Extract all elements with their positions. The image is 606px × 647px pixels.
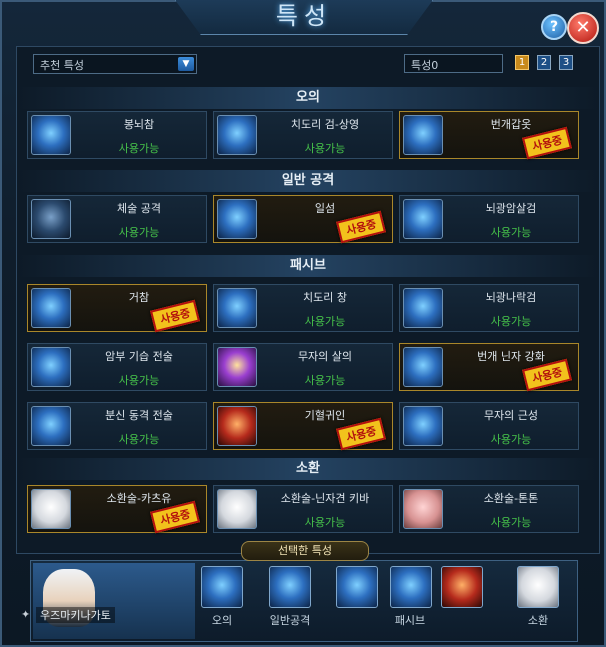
window-title: 특성 (275, 2, 333, 30)
page-2-button[interactable]: 2 (537, 55, 551, 70)
talent-card-muja-intent[interactable]: 무자의 살의 사용가능 (213, 343, 393, 391)
talent-status: 사용가능 (304, 315, 346, 328)
selected-passive-2-icon[interactable] (390, 566, 432, 608)
talent-card-gihyeol-gwiin[interactable]: 기혈귀인 사용중 (213, 402, 393, 451)
preset-dropdown[interactable]: 추천 특성 ▼ (33, 54, 197, 74)
section-header-normal-attack: 일반 공격 (18, 170, 598, 192)
lightning-hand-icon (217, 288, 257, 328)
lightning-sword-icon (31, 115, 71, 155)
talent-status: 사용가능 (118, 374, 160, 387)
preset-dropdown-value: 추천 특성 (40, 59, 84, 72)
talent-card-chidori-sangyeong[interactable]: 치도리 검-상영 사용가능 (213, 111, 393, 159)
selected-passive-label: 패시브 (394, 614, 426, 627)
talent-status: 사용가능 (490, 433, 532, 446)
section-header-passive: 패시브 (18, 255, 598, 277)
talent-status: 사용가능 (304, 374, 346, 387)
talent-status: 사용가능 (490, 226, 532, 239)
talent-points-label: 특성0 (411, 59, 439, 72)
pig-icon (403, 489, 443, 529)
thunder-glyph-icon (403, 347, 443, 387)
talent-name: 소환술-톤톤 (483, 492, 539, 505)
selected-normal-attack-icon[interactable] (269, 566, 311, 608)
talent-card-summon-kiba[interactable]: 소환술-닌자견 키바 사용가능 (213, 485, 393, 533)
selected-normal-attack-label: 일반공격 (269, 614, 311, 627)
talent-card-bongnoecham[interactable]: 봉뇌참 사용가능 (27, 111, 207, 159)
selected-passive-3-icon[interactable] (441, 566, 483, 608)
shadow-figure-icon (31, 347, 71, 387)
slug-summon-icon (31, 489, 71, 529)
talent-status: 사용가능 (490, 315, 532, 328)
talent-card-muja-grit[interactable]: 무자의 근성 사용가능 (399, 402, 579, 450)
talent-card-noegwang-amsalgeom[interactable]: 뇌광암살검 사용가능 (399, 195, 579, 243)
selected-talents-header: 선택한 특성 (241, 541, 369, 561)
talent-card-summon-katsuyu[interactable]: 소환술-카츠유 사용중 (27, 485, 207, 534)
talent-card-clone-tactics[interactable]: 분신 동격 전술 사용가능 (27, 402, 207, 450)
talent-name: 소환술-닌자견 키바 (280, 492, 370, 505)
talent-card-ilseom[interactable]: 일섬 사용중 (213, 195, 393, 244)
talent-status: 사용가능 (118, 142, 160, 155)
talent-card-summon-tonton[interactable]: 소환술-톤톤 사용가능 (399, 485, 579, 533)
talent-name: 무자의 살의 (297, 350, 353, 363)
talent-name: 체술 공격 (117, 202, 161, 215)
selected-summon-icon[interactable] (517, 566, 559, 608)
purple-slash-icon (217, 347, 257, 387)
talent-card-lightning-armor[interactable]: 번개갑옷 사용중 (399, 111, 579, 160)
fist-icon (31, 199, 71, 239)
talent-status: 사용가능 (118, 433, 160, 446)
page-1-button[interactable]: 1 (515, 55, 529, 70)
selected-passive-1-icon[interactable] (336, 566, 378, 608)
head-silhouette-icon (403, 406, 443, 446)
talent-card-lightning-ninja-enhance[interactable]: 번개 닌자 강화 사용중 (399, 343, 579, 392)
talent-status: 사용가능 (304, 142, 346, 155)
chevron-down-icon[interactable]: ▼ (178, 57, 194, 71)
selected-summon-label: 소환 (527, 614, 549, 627)
talent-card-geocham[interactable]: 거참 사용중 (27, 284, 207, 333)
ninja-dog-icon (217, 489, 257, 529)
section-header-summon: 소환 (18, 458, 598, 480)
character-name: 우즈마키나가토 (36, 607, 115, 623)
character-portrait (33, 563, 195, 639)
talent-name: 치도리 검-상영 (290, 118, 360, 131)
talent-name: 뇌광나락검 (485, 291, 537, 304)
talent-name: 분신 동격 전술 (105, 409, 173, 422)
talent-name: 무자의 근성 (483, 409, 539, 422)
talent-card-ambu-ambush[interactable]: 암부 기습 전술 사용가능 (27, 343, 207, 391)
slash-icon (217, 199, 257, 239)
title-tab: 특성 (175, 0, 433, 35)
talent-name: 뇌광암살검 (485, 202, 537, 215)
close-button[interactable]: ✕ (567, 12, 599, 44)
talent-points-field: 특성0 (404, 54, 503, 73)
twin-figures-icon (31, 406, 71, 446)
talent-name: 치도리 창 (303, 291, 347, 304)
talent-status: 사용가능 (490, 516, 532, 529)
talent-card-noegwang-narakgeom[interactable]: 뇌광나락검 사용가능 (399, 284, 579, 332)
blade-strike-icon (403, 199, 443, 239)
page-3-button[interactable]: 3 (559, 55, 573, 70)
lightning-armor-icon (403, 115, 443, 155)
shuriken-icon: ✦ (21, 608, 31, 621)
energy-burst-icon (31, 288, 71, 328)
lightning-pillar-icon (403, 288, 443, 328)
lightning-blade-icon (217, 115, 257, 155)
talent-status: 사용가능 (304, 516, 346, 529)
talent-card-chidori-spear[interactable]: 치도리 창 사용가능 (213, 284, 393, 332)
talent-name: 봉뇌참 (123, 118, 155, 131)
talent-name: 암부 기습 전술 (105, 350, 173, 363)
section-header-ougi: 오의 (18, 87, 598, 109)
talent-card-taijutsu[interactable]: 체술 공격 사용가능 (27, 195, 207, 243)
selected-ougi-icon[interactable] (201, 566, 243, 608)
demon-face-icon (217, 406, 257, 446)
selected-ougi-label: 오의 (211, 614, 233, 627)
talent-status: 사용가능 (118, 226, 160, 239)
help-button[interactable]: ? (541, 14, 567, 40)
